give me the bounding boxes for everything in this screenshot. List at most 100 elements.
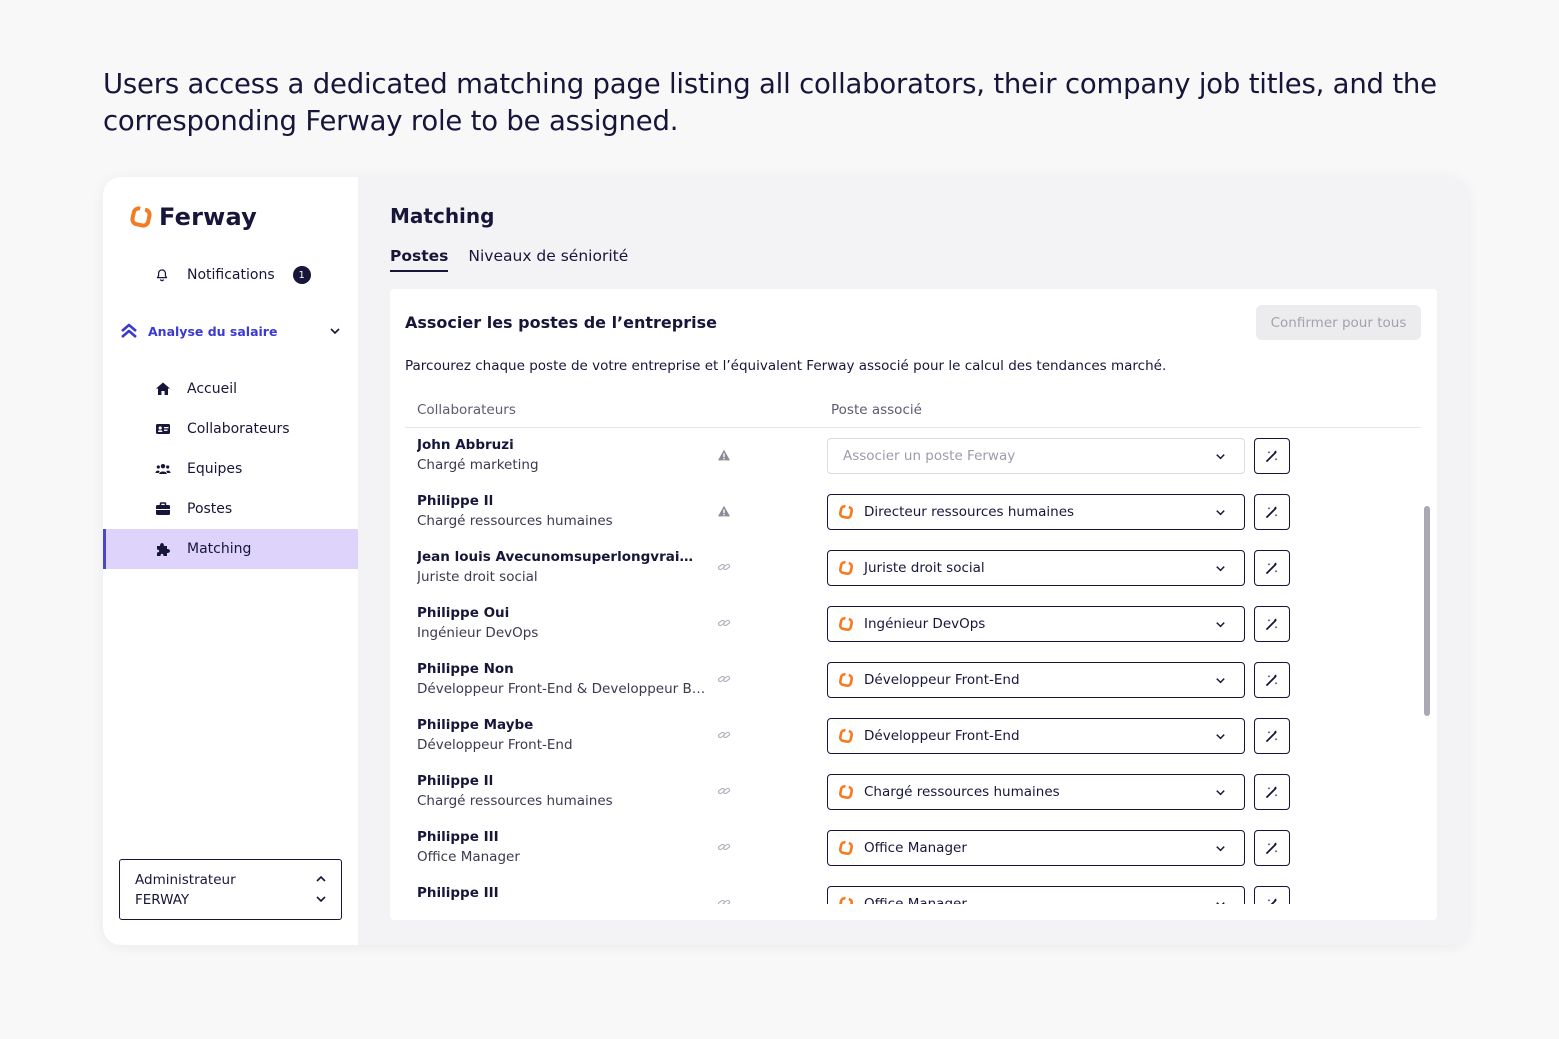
matching-list[interactable]: John Abbruzi Chargé marketing Associer u… xyxy=(390,428,1437,904)
poste-select-value: Associer un poste Ferway xyxy=(843,448,1016,464)
tabs: Postes Niveaux de séniorité xyxy=(390,247,648,272)
collaborator-job-title: Chargé marketing xyxy=(417,457,539,473)
magic-wand-icon xyxy=(1266,842,1278,854)
chevron-down-icon xyxy=(1216,566,1225,572)
poste-select-value: Directeur ressources humaines xyxy=(864,504,1075,520)
magic-suggest-button[interactable] xyxy=(1254,718,1290,754)
poste-select-value: Chargé ressources humaines xyxy=(864,784,1060,800)
column-header-poste-associe: Poste associé xyxy=(831,402,922,418)
ferway-logo[interactable]: Ferway xyxy=(129,203,257,231)
collaborator-job-title: Chargé ressources humaines xyxy=(417,513,613,529)
magic-suggest-button[interactable] xyxy=(1254,830,1290,866)
magic-wand-icon xyxy=(1266,674,1278,686)
collaborator-name: Philippe Oui xyxy=(417,605,510,621)
chevron-down-icon xyxy=(1216,622,1225,628)
poste-select[interactable]: Chargé ressources humaines xyxy=(827,774,1245,810)
table-row: Philippe Non Développeur Front-End & Dev… xyxy=(390,652,1437,708)
ferway-logo-icon xyxy=(130,205,152,228)
magic-suggest-button[interactable] xyxy=(1254,662,1290,698)
magic-suggest-button[interactable] xyxy=(1254,494,1290,530)
collaborator-name: Philippe Il xyxy=(417,493,494,509)
sidebar-item-equipes[interactable]: Equipes xyxy=(103,449,358,489)
notifications-count-badge: 1 xyxy=(292,266,311,284)
poste-select[interactable]: Office Manager xyxy=(827,830,1245,866)
collaborator-job-title: Développeur Front-End & Developpeur Back… xyxy=(417,681,707,697)
table-row: Philippe Maybe Développeur Front-End Dév… xyxy=(390,708,1437,764)
magic-suggest-button[interactable] xyxy=(1254,550,1290,586)
table-row: Philippe III Office Manager Office Manag… xyxy=(390,876,1437,904)
account-switcher[interactable]: Administrateur FERWAY xyxy=(119,859,342,920)
ferway-logo-icon xyxy=(838,840,854,856)
table-row: John Abbruzi Chargé marketing Associer u… xyxy=(390,428,1437,484)
confirm-all-button[interactable]: Confirmer pour tous xyxy=(1256,305,1421,340)
table-row: Jean louis Avecunomsuperlongvraiment Jur… xyxy=(390,540,1437,596)
notifications-label: Notifications xyxy=(187,267,275,283)
account-role: Administrateur xyxy=(135,872,236,888)
table-row: Philippe Il Chargé ressources humaines D… xyxy=(390,484,1437,540)
poste-select[interactable]: Office Manager xyxy=(827,886,1245,904)
collaborator-name: Philippe Non xyxy=(417,661,514,677)
sidebar-item-matching[interactable]: Matching xyxy=(103,529,358,569)
sidebar-section-salary-analysis[interactable]: Analyse du salaire xyxy=(120,322,342,340)
sidebar-item-postes[interactable]: Postes xyxy=(103,489,358,529)
sidebar-item-label: Postes xyxy=(187,501,233,517)
poste-select[interactable]: Ingénieur DevOps xyxy=(827,606,1245,642)
magic-suggest-button[interactable] xyxy=(1254,774,1290,810)
sidebar-item-accueil[interactable]: Accueil xyxy=(103,369,358,409)
sidebar: Ferway Notifications 1 Analyse du salair… xyxy=(103,177,358,945)
chevron-up-down-icon xyxy=(316,875,326,903)
magic-wand-icon xyxy=(1267,898,1278,904)
column-header-collaborateurs: Collaborateurs xyxy=(417,402,516,418)
scrollbar-thumb[interactable] xyxy=(1424,506,1430,716)
collaborator-name: Jean louis Avecunomsuperlongvraiment xyxy=(417,549,707,565)
collaborator-job-title: Office Manager xyxy=(417,849,520,865)
section-label: Analyse du salaire xyxy=(148,323,278,339)
tab-niveaux-seniorite[interactable]: Niveaux de séniorité xyxy=(468,247,628,272)
link-icon xyxy=(717,843,731,851)
magic-suggest-button[interactable] xyxy=(1254,606,1290,642)
magic-suggest-button[interactable] xyxy=(1254,438,1290,474)
collaborator-name: Philippe Il xyxy=(417,773,494,789)
chevron-down-icon xyxy=(1216,790,1225,796)
link-icon xyxy=(717,731,731,739)
matching-panel: Associer les postes de l’entreprise Conf… xyxy=(390,289,1437,920)
chevron-down-icon xyxy=(1216,510,1225,516)
poste-select[interactable]: Développeur Front-End xyxy=(827,662,1245,698)
users-icon xyxy=(155,464,171,474)
poste-select-value: Ingénieur DevOps xyxy=(864,616,986,632)
page-caption: Users access a dedicated matching page l… xyxy=(103,68,1437,137)
poste-select-value: Office Manager xyxy=(864,840,967,856)
poste-select-value: Juriste droit social xyxy=(864,560,985,576)
poste-select[interactable]: Développeur Front-End xyxy=(827,718,1245,754)
ferway-logo-icon xyxy=(838,560,854,576)
chevron-down-icon xyxy=(1216,454,1225,460)
sidebar-item-collaborateurs[interactable]: Collaborateurs xyxy=(103,409,358,449)
link-icon xyxy=(717,899,731,904)
sidebar-item-label: Accueil xyxy=(187,381,237,397)
puzzle-icon xyxy=(157,543,170,556)
magic-wand-icon xyxy=(1266,786,1278,798)
sidebar-item-notifications[interactable]: Notifications 1 xyxy=(155,266,311,284)
collaborator-job-title: Juriste droit social xyxy=(417,569,538,585)
panel-description: Parcourez chaque poste de votre entrepri… xyxy=(405,358,1167,374)
ferway-logo-icon xyxy=(838,896,854,904)
chevron-down-icon xyxy=(1216,678,1225,684)
briefcase-icon xyxy=(156,502,170,515)
poste-select[interactable]: Associer un poste Ferway xyxy=(827,438,1245,474)
chevron-down-icon xyxy=(330,328,340,335)
collaborator-name: Philippe III xyxy=(417,829,499,845)
poste-select[interactable]: Directeur ressources humaines xyxy=(827,494,1245,530)
magic-suggest-button[interactable] xyxy=(1254,886,1290,904)
id-card-icon xyxy=(156,424,170,434)
poste-select[interactable]: Juriste droit social xyxy=(827,550,1245,586)
tab-postes[interactable]: Postes xyxy=(390,247,449,272)
ferway-logo-icon xyxy=(838,728,854,744)
magic-wand-icon xyxy=(1266,506,1278,518)
warning-icon xyxy=(718,449,730,461)
table-row: Philippe Oui Ingénieur DevOps Ingénieur … xyxy=(390,596,1437,652)
bell-icon xyxy=(156,269,168,282)
collaborator-name: Philippe Maybe xyxy=(417,717,534,733)
warning-icon xyxy=(718,505,730,517)
collaborator-name: Philippe III xyxy=(417,885,499,901)
ferway-logo-icon xyxy=(838,672,854,688)
